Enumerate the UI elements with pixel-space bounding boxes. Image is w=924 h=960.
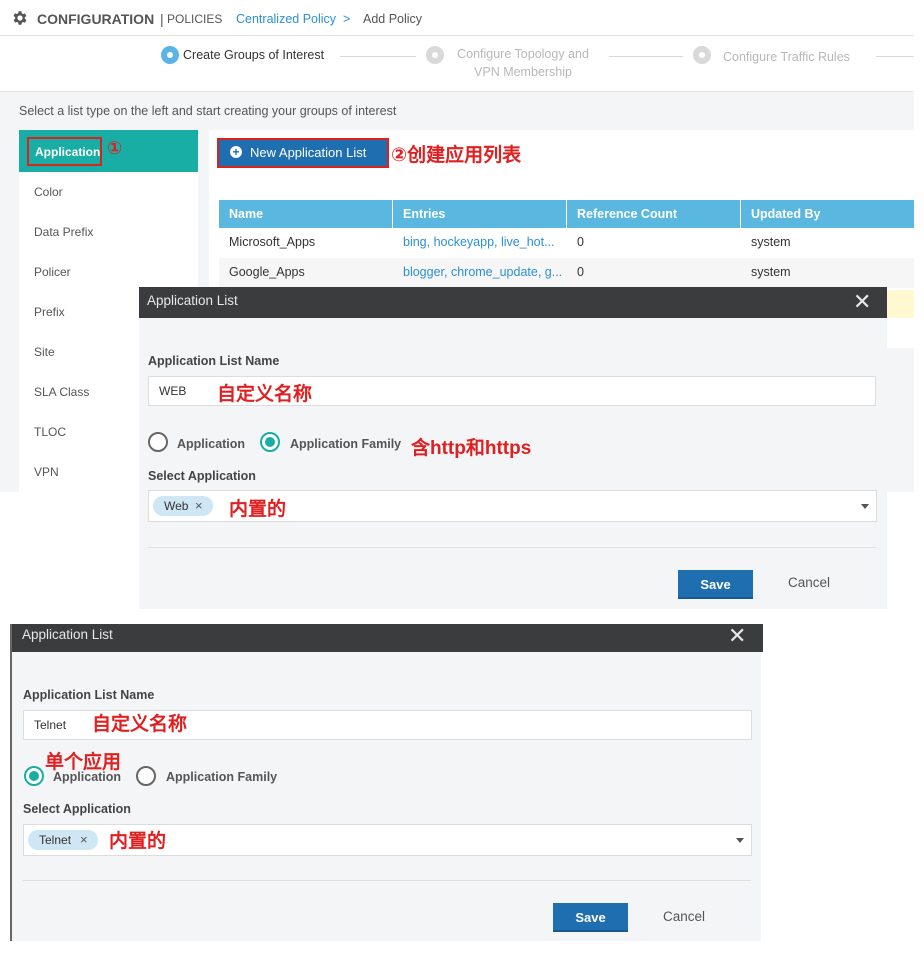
dialog-header: Application List ✕ <box>139 287 887 318</box>
select-application-label: Select Application <box>23 802 131 816</box>
page-subtitle: POLICIES <box>167 12 223 26</box>
save-button[interactable]: Save <box>678 570 753 599</box>
column-divider <box>740 200 741 228</box>
sidebar-item-policer[interactable]: Policer <box>34 265 71 279</box>
sidebar-item-application[interactable]: Application ① <box>19 130 198 172</box>
gear-icon <box>13 11 27 25</box>
breadcrumb-centralized-policy[interactable]: Centralized Policy <box>236 12 336 26</box>
column-header-name[interactable]: Name <box>229 207 263 221</box>
annotation-custom-name: 自定义名称 <box>217 384 313 405</box>
sidebar-item-site[interactable]: Site <box>34 345 55 359</box>
cell-entries[interactable]: bing, hockeyapp, live_hot... <box>403 235 555 249</box>
cancel-button[interactable]: Cancel <box>663 909 705 924</box>
plus-circle-icon: + <box>230 146 242 158</box>
step-connector <box>609 56 683 57</box>
chip-label: Telnet <box>39 833 72 847</box>
radio-application-family[interactable] <box>136 766 156 786</box>
step-3-label[interactable]: Configure Traffic Rules <box>723 48 850 66</box>
sidebar-item-color[interactable]: Color <box>34 185 63 199</box>
step-2-label-line2: VPN Membership <box>474 65 572 79</box>
annotation-create-list: ②创建应用列表 <box>391 145 522 166</box>
table-row[interactable]: Google_Apps blogger, chrome_update, g...… <box>219 258 914 288</box>
chevron-down-icon[interactable] <box>736 838 744 843</box>
dialog-title: Application List <box>147 293 238 308</box>
annotation-step-1: ① <box>107 138 123 158</box>
step-2-label-line1: Configure Topology and <box>457 47 589 61</box>
list-name-label: Application List Name <box>148 354 280 368</box>
column-header-reference-count[interactable]: Reference Count <box>577 207 677 221</box>
application-list-dialog-telnet: Application List ✕ Application List Name… <box>10 623 763 941</box>
column-divider <box>392 200 393 228</box>
column-divider <box>566 200 567 228</box>
divider <box>148 547 876 548</box>
application-list-dialog-web: Application List ✕ Application List Name… <box>139 287 887 609</box>
sidebar-item-tloc[interactable]: TLOC <box>34 425 66 439</box>
step-1-label[interactable]: Create Groups of Interest <box>183 48 324 62</box>
sidebar-item-prefix[interactable]: Prefix <box>34 305 65 319</box>
radio-application-family[interactable] <box>260 432 280 452</box>
list-name-value: WEB <box>159 384 187 398</box>
table-header: Name Entries Reference Count Updated By <box>219 200 914 228</box>
selected-app-chip: Telnet × <box>28 830 98 850</box>
radio-application-label[interactable]: Application <box>177 437 245 451</box>
sidebar-item-data-prefix[interactable]: Data Prefix <box>34 225 93 239</box>
radio-application-family-label[interactable]: Application Family <box>166 770 277 784</box>
cancel-button[interactable]: Cancel <box>788 575 830 590</box>
list-name-label: Application List Name <box>23 688 155 702</box>
cell-reference-count: 0 <box>577 235 584 249</box>
annotation-http-https: 含http和https <box>411 438 532 459</box>
annotation-custom-name: 自定义名称 <box>92 714 188 735</box>
table-row[interactable]: Microsoft_Apps bing, hockeyapp, live_hot… <box>219 228 914 258</box>
column-header-updated-by[interactable]: Updated By <box>751 207 820 221</box>
step-2-indicator <box>426 46 444 64</box>
new-application-list-button[interactable]: + New Application List <box>217 138 389 168</box>
annotation-builtin: 内置的 <box>229 499 287 520</box>
new-button-label: New Application List <box>250 145 367 160</box>
radio-application-family-label[interactable]: Application Family <box>290 437 401 451</box>
step-3-indicator <box>693 46 711 64</box>
top-bar: CONFIGURATION | POLICIES Centralized Pol… <box>0 0 914 36</box>
chip-remove-icon[interactable]: × <box>195 498 203 513</box>
highlighted-row-edge <box>887 290 914 318</box>
cell-reference-count: 0 <box>577 265 584 279</box>
cell-updated-by: system <box>751 235 791 249</box>
chevron-down-icon[interactable] <box>861 504 869 509</box>
save-button[interactable]: Save <box>553 903 628 932</box>
sidebar-item-label: Application <box>27 137 102 166</box>
list-name-value: Telnet <box>34 718 67 732</box>
close-icon[interactable]: ✕ <box>853 289 871 315</box>
title-separator: | <box>160 11 164 27</box>
cell-updated-by: system <box>751 265 791 279</box>
selected-app-chip: Web × <box>153 496 213 516</box>
cell-name: Microsoft_Apps <box>229 235 316 249</box>
dialog-title: Application List <box>22 627 113 642</box>
dialog-header: Application List ✕ <box>12 623 763 652</box>
radio-application-label[interactable]: Application <box>53 770 121 784</box>
step-1-indicator <box>161 46 179 64</box>
chip-remove-icon[interactable]: × <box>80 832 88 847</box>
divider <box>23 880 751 881</box>
breadcrumb-current: Add Policy <box>363 12 423 26</box>
cell-entries[interactable]: blogger, chrome_update, g... <box>403 265 562 279</box>
instruction-text: Select a list type on the left and start… <box>19 104 397 118</box>
annotation-builtin: 内置的 <box>109 831 167 852</box>
step-connector <box>340 56 416 57</box>
column-header-entries[interactable]: Entries <box>403 207 445 221</box>
radio-application[interactable] <box>148 432 168 452</box>
cell-name: Google_Apps <box>229 265 305 279</box>
sidebar-item-vpn[interactable]: VPN <box>34 465 59 479</box>
radio-application[interactable] <box>24 766 44 786</box>
wizard-steps: Create Groups of Interest Configure Topo… <box>0 36 914 92</box>
page-title: CONFIGURATION <box>37 11 155 27</box>
step-connector <box>876 56 914 57</box>
select-application-label: Select Application <box>148 469 256 483</box>
sidebar-item-sla-class[interactable]: SLA Class <box>34 385 89 399</box>
chip-label: Web <box>164 499 189 513</box>
step-2-label[interactable]: Configure Topology and VPN Membership <box>452 45 594 81</box>
breadcrumb-arrow: > <box>343 12 351 26</box>
close-icon[interactable]: ✕ <box>728 623 746 649</box>
